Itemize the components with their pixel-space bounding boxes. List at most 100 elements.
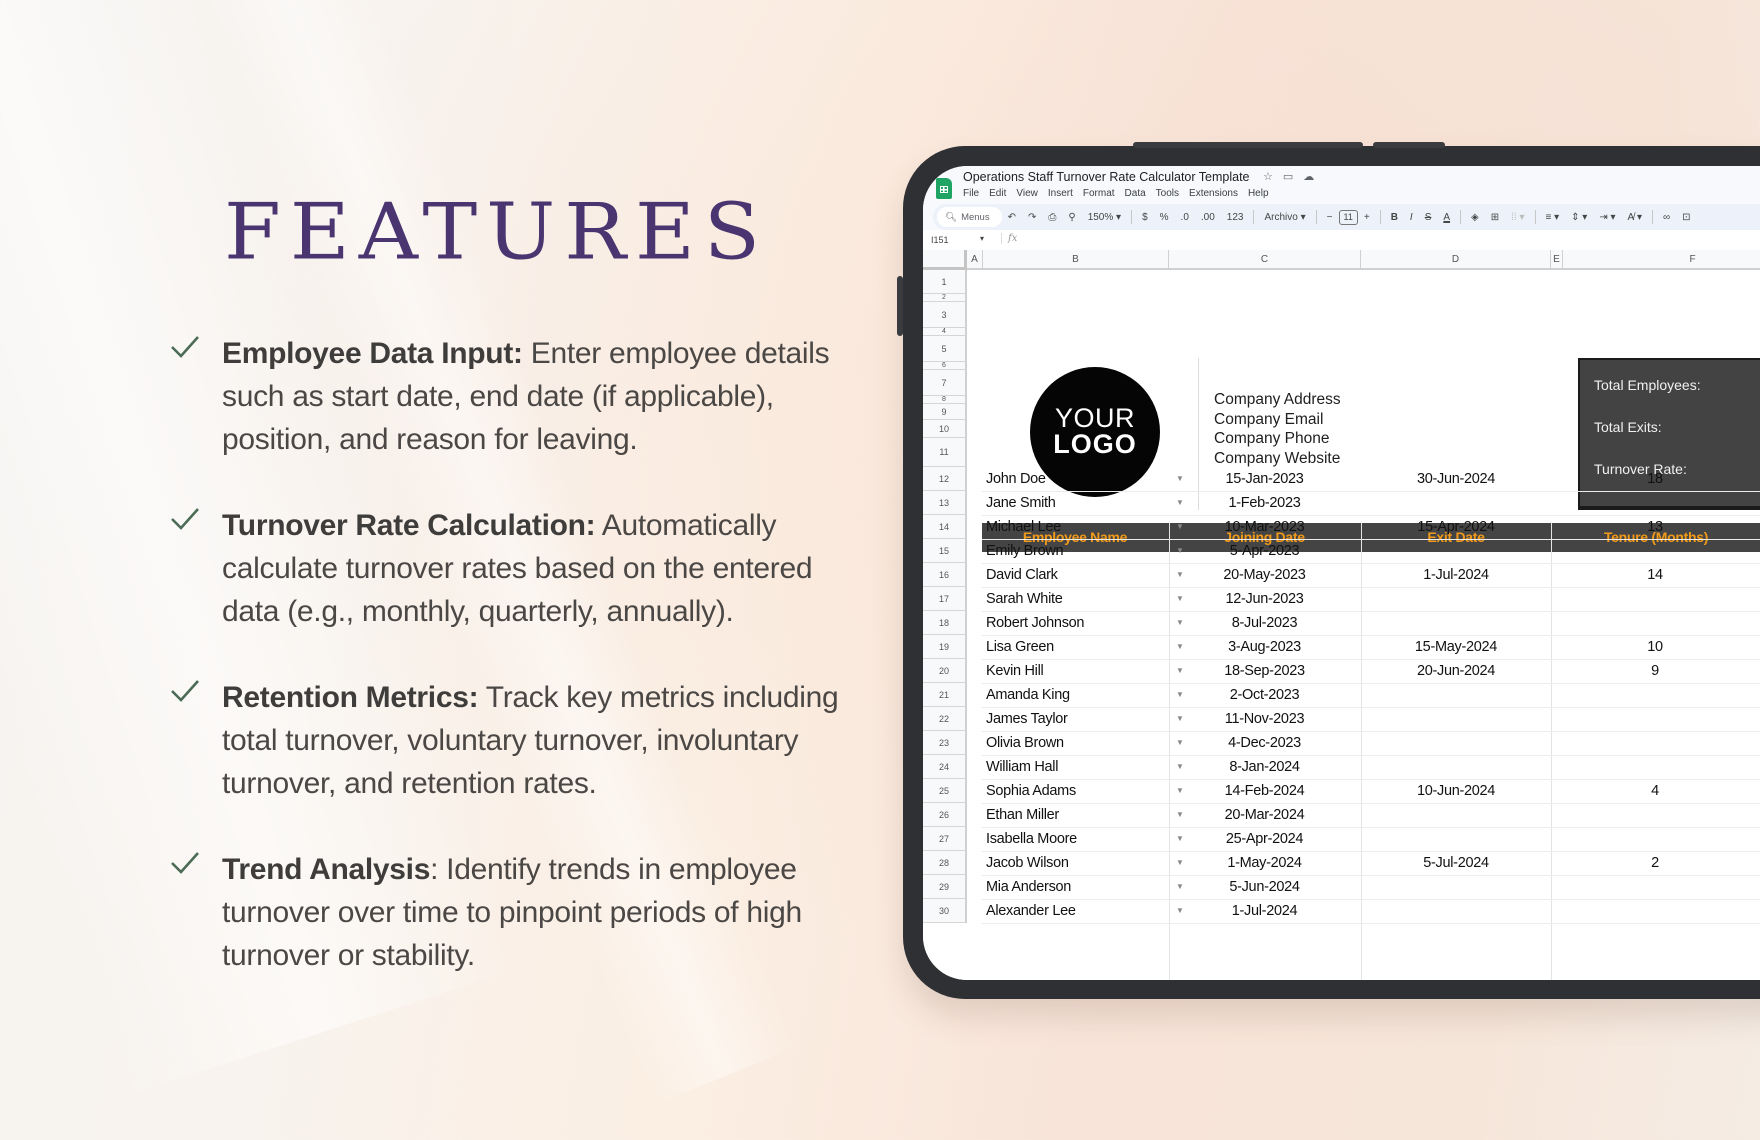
joining-date-cell[interactable]: 20-May-2023: [1168, 563, 1361, 587]
employee-name-cell[interactable]: Sophia Adams: [986, 779, 1076, 803]
row-header[interactable]: 3: [923, 302, 967, 328]
row-header[interactable]: 12: [923, 467, 967, 491]
insert-comment-icon[interactable]: ⊡: [1682, 212, 1690, 223]
row-header[interactable]: 21: [923, 683, 967, 707]
employee-name-cell[interactable]: Sarah White: [986, 587, 1063, 611]
joining-date-cell[interactable]: 5-Jun-2024: [1168, 875, 1361, 899]
employee-name-cell[interactable]: Kevin Hill: [986, 659, 1044, 683]
company-info-line[interactable]: Company Email: [1214, 410, 1341, 430]
menu-view[interactable]: View: [1016, 188, 1038, 199]
company-info-line[interactable]: Company Address: [1214, 390, 1341, 410]
row-header[interactable]: 2: [923, 294, 967, 302]
row-header[interactable]: 19: [923, 635, 967, 659]
joining-date-cell[interactable]: 4-Dec-2023: [1168, 731, 1361, 755]
row-header[interactable]: 1: [923, 270, 967, 294]
column-header-c[interactable]: C: [1169, 250, 1361, 270]
tenure-cell[interactable]: 10: [1560, 635, 1750, 659]
joining-date-cell[interactable]: 1-May-2024: [1168, 851, 1361, 875]
zoom-select[interactable]: 150% ▾: [1088, 212, 1121, 223]
employee-name-cell[interactable]: William Hall: [986, 755, 1058, 779]
column-header-b[interactable]: B: [983, 250, 1169, 270]
tenure-cell[interactable]: 2: [1560, 851, 1750, 875]
decrease-decimal-button[interactable]: .0: [1181, 212, 1189, 223]
company-info-line[interactable]: Company Website: [1214, 449, 1341, 469]
menu-file[interactable]: File: [963, 188, 979, 199]
row-header[interactable]: 11: [923, 438, 967, 467]
employee-name-cell[interactable]: Michael Lee: [986, 515, 1061, 539]
employee-name-cell[interactable]: Olivia Brown: [986, 731, 1064, 755]
joining-date-cell[interactable]: 11-Nov-2023: [1168, 707, 1361, 731]
text-color-icon[interactable]: A: [1443, 212, 1450, 223]
row-header[interactable]: 20: [923, 659, 967, 683]
employee-name-cell[interactable]: Emily Brown: [986, 539, 1064, 563]
exit-date-cell[interactable]: 15-May-2024: [1361, 635, 1551, 659]
percent-format-button[interactable]: %: [1160, 212, 1169, 223]
redo-icon[interactable]: ↷: [1028, 212, 1036, 223]
row-header[interactable]: 5: [923, 336, 967, 362]
row-header[interactable]: 16: [923, 563, 967, 587]
menu-tools[interactable]: Tools: [1156, 188, 1179, 199]
row-header[interactable]: 7: [923, 370, 967, 396]
strikethrough-icon[interactable]: S: [1425, 212, 1432, 223]
row-header[interactable]: 25: [923, 779, 967, 803]
joining-date-cell[interactable]: 25-Apr-2024: [1168, 827, 1361, 851]
column-header-e[interactable]: E: [1551, 250, 1563, 270]
italic-icon[interactable]: I: [1410, 212, 1413, 223]
employee-name-cell[interactable]: Alexander Lee: [986, 899, 1076, 923]
name-box-dropdown-icon[interactable]: ▾: [980, 234, 984, 243]
row-header[interactable]: 15: [923, 539, 967, 563]
menus-search[interactable]: 🔍︎ Menus: [937, 207, 1002, 227]
row-header[interactable]: 6: [923, 362, 967, 370]
column-header-f[interactable]: F: [1563, 250, 1760, 270]
print-icon[interactable]: ⎙: [1048, 212, 1056, 223]
joining-date-cell[interactable]: 12-Jun-2023: [1168, 587, 1361, 611]
joining-date-cell[interactable]: 1-Feb-2023: [1168, 491, 1361, 515]
menu-edit[interactable]: Edit: [989, 188, 1006, 199]
row-header[interactable]: 27: [923, 827, 967, 851]
exit-date-cell[interactable]: 15-Apr-2024: [1361, 515, 1551, 539]
employee-name-cell[interactable]: John Doe: [986, 467, 1046, 491]
horizontal-align-icon[interactable]: ≡ ▾: [1546, 212, 1560, 223]
company-info-line[interactable]: Company Phone: [1214, 429, 1341, 449]
exit-date-cell[interactable]: 10-Jun-2024: [1361, 779, 1551, 803]
font-size-increase-button[interactable]: +: [1364, 212, 1370, 223]
column-header-a[interactable]: A: [967, 250, 983, 270]
employee-name-cell[interactable]: Robert Johnson: [986, 611, 1084, 635]
tenure-cell[interactable]: 18: [1560, 467, 1750, 491]
tenure-cell[interactable]: 13: [1560, 515, 1750, 539]
row-header[interactable]: 23: [923, 731, 967, 755]
tenure-cell[interactable]: 14: [1560, 563, 1750, 587]
joining-date-cell[interactable]: 8-Jul-2023: [1168, 611, 1361, 635]
vertical-align-icon[interactable]: ⇕ ▾: [1571, 212, 1587, 223]
row-header[interactable]: 18: [923, 611, 967, 635]
column-header-d[interactable]: D: [1361, 250, 1551, 270]
joining-date-cell[interactable]: 14-Feb-2024: [1168, 779, 1361, 803]
spreadsheet-grid[interactable]: YOUR LOGO Company Address Company Email Co…: [923, 250, 1760, 980]
tenure-cell[interactable]: 4: [1560, 779, 1750, 803]
row-header[interactable]: 26: [923, 803, 967, 827]
joining-date-cell[interactable]: 15-Jan-2023: [1168, 467, 1361, 491]
undo-icon[interactable]: ↶: [1008, 212, 1016, 223]
joining-date-cell[interactable]: 18-Sep-2023: [1168, 659, 1361, 683]
joining-date-cell[interactable]: 20-Mar-2024: [1168, 803, 1361, 827]
menu-format[interactable]: Format: [1083, 188, 1115, 199]
exit-date-cell[interactable]: 30-Jun-2024: [1361, 467, 1551, 491]
row-header[interactable]: 24: [923, 755, 967, 779]
row-header[interactable]: 14: [923, 515, 967, 539]
row-header[interactable]: 4: [923, 328, 967, 336]
joining-date-cell[interactable]: 2-Oct-2023: [1168, 683, 1361, 707]
font-size-decrease-button[interactable]: −: [1327, 212, 1333, 223]
joining-date-cell[interactable]: 10-Mar-2023: [1168, 515, 1361, 539]
fill-color-icon[interactable]: ◈: [1471, 212, 1479, 223]
employee-name-cell[interactable]: James Taylor: [986, 707, 1068, 731]
select-all-corner[interactable]: [923, 250, 967, 270]
google-sheets-logo-icon[interactable]: [936, 178, 952, 199]
employee-name-cell[interactable]: Ethan Miller: [986, 803, 1059, 827]
menu-data[interactable]: Data: [1125, 188, 1146, 199]
joining-date-cell[interactable]: 3-Aug-2023: [1168, 635, 1361, 659]
increase-decimal-button[interactable]: .00: [1201, 212, 1215, 223]
insert-link-icon[interactable]: ∞: [1663, 212, 1670, 223]
row-header[interactable]: 10: [923, 420, 967, 438]
bold-icon[interactable]: B: [1391, 212, 1398, 223]
row-header[interactable]: 29: [923, 875, 967, 899]
